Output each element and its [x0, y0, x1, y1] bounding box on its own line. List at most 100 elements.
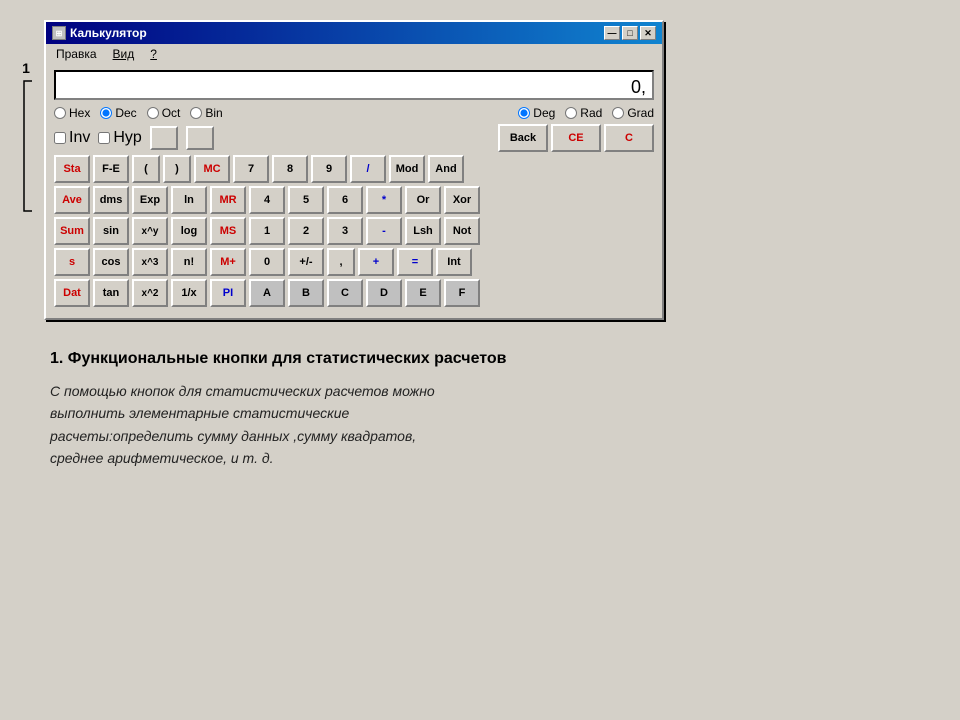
mplus-button[interactable]: M+ — [210, 248, 246, 276]
btn-1[interactable]: 1 — [249, 217, 285, 245]
button-row-1: Sta F-E ( ) MC 7 8 9 / Mod And — [54, 155, 654, 183]
btn-f[interactable]: F — [444, 279, 480, 307]
window-title: Калькулятор — [70, 26, 147, 40]
angle-group: Deg Rad Grad — [518, 106, 654, 120]
c-button[interactable]: C — [604, 124, 654, 152]
exp-button[interactable]: Exp — [132, 186, 168, 214]
bracket-label: 1 — [20, 60, 36, 216]
btn-3[interactable]: 3 — [327, 217, 363, 245]
rad-radio[interactable] — [565, 107, 577, 119]
s-button[interactable]: s — [54, 248, 90, 276]
pi-button[interactable]: PI — [210, 279, 246, 307]
ce-button[interactable]: CE — [551, 124, 601, 152]
cos-button[interactable]: cos — [93, 248, 129, 276]
xy-button[interactable]: x^y — [132, 217, 168, 245]
blank-btn-2 — [186, 126, 214, 150]
btn-7[interactable]: 7 — [233, 155, 269, 183]
back-button[interactable]: Back — [498, 124, 548, 152]
title-bar: ⊞ Калькулятор — □ ✕ — [46, 22, 662, 44]
add-button[interactable]: + — [358, 248, 394, 276]
btn-e[interactable]: E — [405, 279, 441, 307]
btn-4[interactable]: 4 — [249, 186, 285, 214]
inv-checkbox-label[interactable]: Inv — [54, 129, 90, 147]
equals-button[interactable]: = — [397, 248, 433, 276]
x3-button[interactable]: x^3 — [132, 248, 168, 276]
rparen-button[interactable]: ) — [163, 155, 191, 183]
lparen-button[interactable]: ( — [132, 155, 160, 183]
comma-button[interactable]: , — [327, 248, 355, 276]
radio-deg[interactable]: Deg — [518, 106, 555, 120]
btn-0[interactable]: 0 — [249, 248, 285, 276]
tan-button[interactable]: tan — [93, 279, 129, 307]
sin-button[interactable]: sin — [93, 217, 129, 245]
deg-radio[interactable] — [518, 107, 530, 119]
dec-radio[interactable] — [100, 107, 112, 119]
mc-button[interactable]: MC — [194, 155, 230, 183]
log-button[interactable]: log — [171, 217, 207, 245]
menu-edit[interactable]: Правка — [54, 46, 99, 62]
button-row-2: Ave dms Exp ln MR 4 5 6 * Or Xor — [54, 186, 654, 214]
plusminus-button[interactable]: +/- — [288, 248, 324, 276]
close-button[interactable]: ✕ — [640, 26, 656, 40]
radio-grad[interactable]: Grad — [612, 106, 654, 120]
checkbox-backce-row: Inv Hyp Back CE C — [54, 124, 654, 152]
or-button[interactable]: Or — [405, 186, 441, 214]
btn-d[interactable]: D — [366, 279, 402, 307]
display: 0, — [54, 70, 654, 100]
x2-button[interactable]: x^2 — [132, 279, 168, 307]
sub-button[interactable]: - — [366, 217, 402, 245]
fe-button[interactable]: F-E — [93, 155, 129, 183]
grad-radio[interactable] — [612, 107, 624, 119]
dat-button[interactable]: Dat — [54, 279, 90, 307]
xor-button[interactable]: Xor — [444, 186, 480, 214]
sta-button[interactable]: Sta — [54, 155, 90, 183]
sum-button[interactable]: Sum — [54, 217, 90, 245]
fact-button[interactable]: n! — [171, 248, 207, 276]
page-container: 1 ⊞ Калькулятор — □ ✕ Пр — [20, 20, 940, 480]
maximize-button[interactable]: □ — [622, 26, 638, 40]
and-button[interactable]: And — [428, 155, 464, 183]
dms-button[interactable]: dms — [93, 186, 129, 214]
int-button[interactable]: Int — [436, 248, 472, 276]
btn-b[interactable]: B — [288, 279, 324, 307]
minimize-button[interactable]: — — [604, 26, 620, 40]
not-button[interactable]: Not — [444, 217, 480, 245]
radio-oct[interactable]: Oct — [147, 106, 181, 120]
blank-btn-1 — [150, 126, 178, 150]
inv-checkbox[interactable] — [54, 132, 66, 144]
mr-button[interactable]: MR — [210, 186, 246, 214]
mod-button[interactable]: Mod — [389, 155, 425, 183]
btn-a[interactable]: A — [249, 279, 285, 307]
radio-hex[interactable]: Hex — [54, 106, 90, 120]
bracket-svg — [20, 76, 36, 216]
main-content: 1. Функциональные кнопки для статистичес… — [20, 340, 940, 480]
btn-8[interactable]: 8 — [272, 155, 308, 183]
ms-button[interactable]: MS — [210, 217, 246, 245]
mul-button[interactable]: * — [366, 186, 402, 214]
radio-dec[interactable]: Dec — [100, 106, 136, 120]
hyp-checkbox[interactable] — [98, 132, 110, 144]
ave-button[interactable]: Ave — [54, 186, 90, 214]
btn-9[interactable]: 9 — [311, 155, 347, 183]
inv-button[interactable]: 1/x — [171, 279, 207, 307]
radio-bin[interactable]: Bin — [190, 106, 222, 120]
radio-row: Hex Dec Oct Bin — [54, 106, 654, 120]
back-ce-c-group: Back CE C — [498, 124, 654, 152]
checkbox-group: Inv Hyp — [54, 126, 214, 150]
radio-rad[interactable]: Rad — [565, 106, 602, 120]
hyp-checkbox-label[interactable]: Hyp — [98, 129, 141, 147]
title-bar-left: ⊞ Калькулятор — [52, 26, 147, 40]
ln-button[interactable]: ln — [171, 186, 207, 214]
btn-5[interactable]: 5 — [288, 186, 324, 214]
bin-radio[interactable] — [190, 107, 202, 119]
div-button[interactable]: / — [350, 155, 386, 183]
btn-6[interactable]: 6 — [327, 186, 363, 214]
btn-c[interactable]: C — [327, 279, 363, 307]
lsh-button[interactable]: Lsh — [405, 217, 441, 245]
bracket-number: 1 — [22, 60, 30, 76]
oct-radio[interactable] — [147, 107, 159, 119]
menu-view[interactable]: Вид — [111, 46, 137, 62]
menu-help[interactable]: ? — [148, 46, 159, 62]
hex-radio[interactable] — [54, 107, 66, 119]
btn-2[interactable]: 2 — [288, 217, 324, 245]
